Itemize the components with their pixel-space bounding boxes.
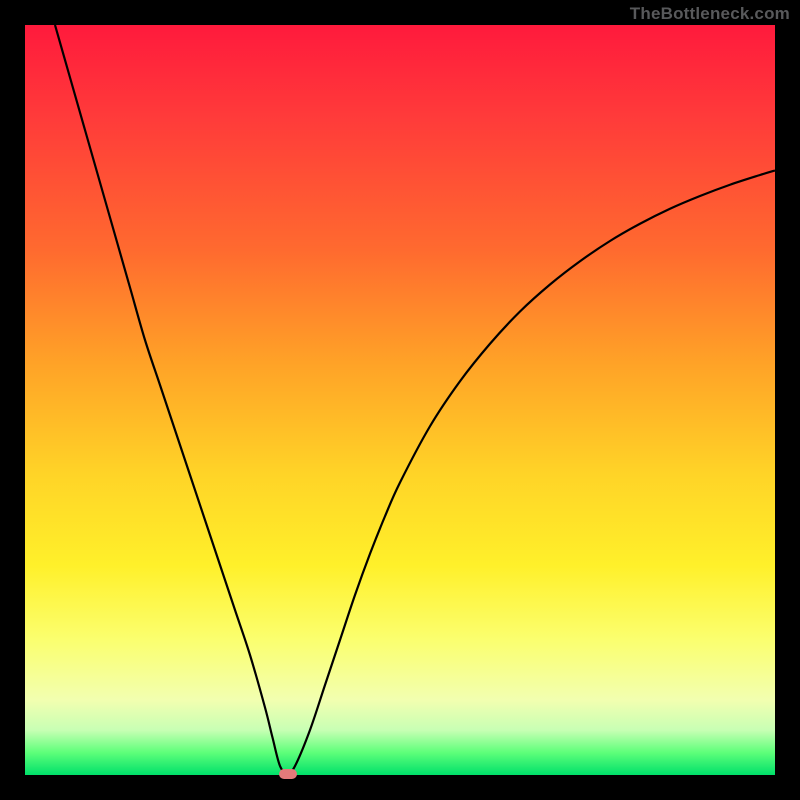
minimum-marker — [279, 769, 297, 779]
plot-area — [25, 25, 775, 775]
chart-frame: TheBottleneck.com — [0, 0, 800, 800]
watermark-text: TheBottleneck.com — [630, 4, 790, 24]
curve-layer — [25, 25, 775, 775]
bottleneck-curve — [55, 25, 775, 774]
